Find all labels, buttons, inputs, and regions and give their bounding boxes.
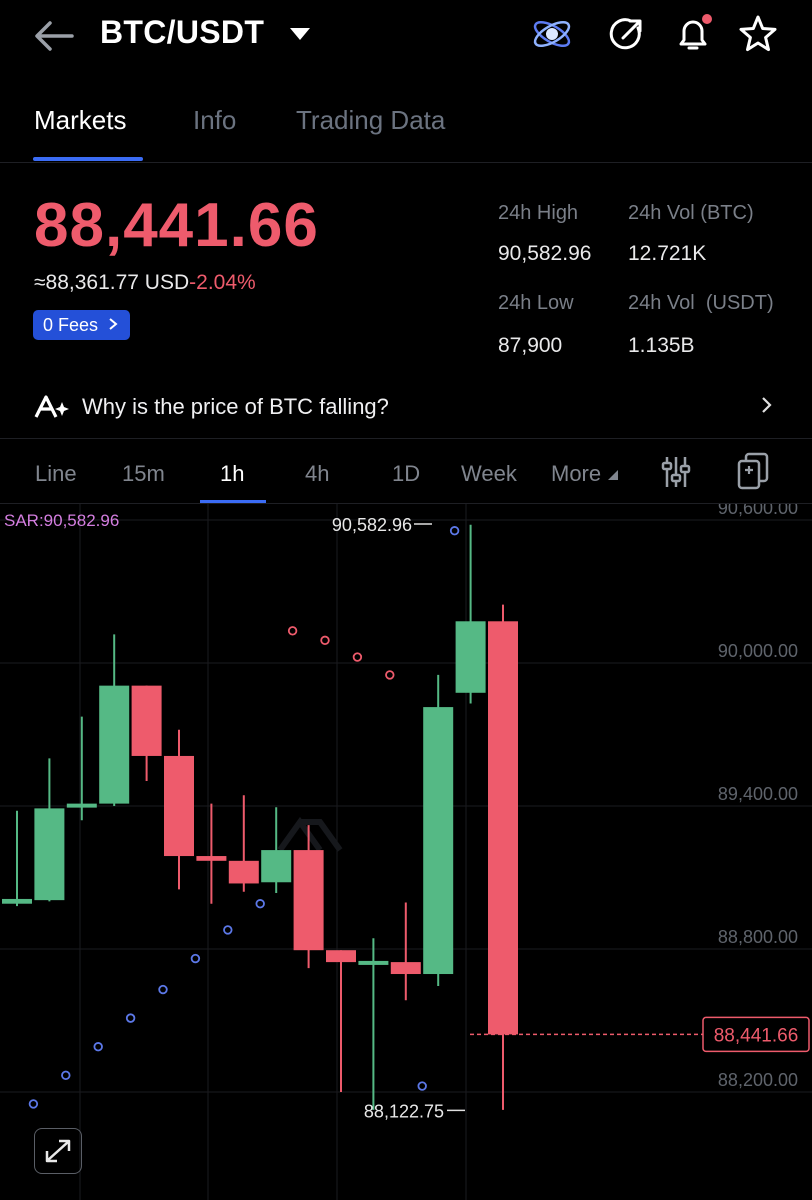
corner-caret-icon (608, 470, 619, 480)
candle-body (66, 803, 97, 808)
high-value: 90,582.96 (498, 242, 592, 265)
back-arrow-icon (35, 21, 74, 51)
low-label: 24h Low (498, 292, 574, 314)
sar-point (28, 1099, 39, 1109)
sar-point (320, 635, 330, 646)
low-marker-label: 88,122.75 (364, 1101, 444, 1121)
y-tick-label: 88,200.00 (718, 1070, 798, 1090)
vol-usdt-value: 1.135B (628, 334, 695, 357)
tab-trading-data[interactable]: Trading Data (296, 105, 445, 136)
star-icon[interactable] (736, 12, 780, 56)
tab-info[interactable]: Info (193, 105, 236, 136)
y-tick-label: 90,600.00 (718, 504, 798, 518)
low-value: 87,900 (498, 334, 563, 357)
sar-point (287, 626, 298, 636)
divider (0, 162, 812, 163)
candle-body (358, 960, 389, 965)
candle-body (261, 850, 292, 883)
last-price: 88,441.66 (34, 191, 319, 260)
candle-body (228, 860, 259, 884)
candle-body (2, 898, 32, 904)
divider (0, 438, 812, 439)
timeframe-15m[interactable]: 15m (122, 461, 165, 487)
sar-point (352, 652, 363, 662)
fees-label: 0 Fees (43, 315, 99, 335)
timeframe-more[interactable]: More (551, 461, 619, 487)
candle-body (326, 950, 356, 963)
active-tab-indicator (33, 157, 143, 161)
vol-usdt-label: 24h Vol (USDT) (628, 292, 774, 314)
candle-body (196, 856, 227, 861)
ai-insight-text[interactable]: Why is the price of BTC falling? (82, 394, 389, 420)
fees-badge[interactable]: 0 Fees (33, 310, 130, 340)
ai-orb-icon[interactable] (530, 12, 574, 56)
tab-markets[interactable]: Markets (34, 105, 126, 136)
candlestick-chart[interactable]: 90,600.00 90,000.00 89,400.00 88,800.00 88,2… (0, 504, 812, 1200)
sar-point (223, 925, 233, 935)
vol-btc-value: 12.721K (628, 242, 707, 265)
high-label: 24h High (498, 202, 579, 224)
candle-body (99, 685, 130, 804)
high-marker-label: 90,582.96 (332, 515, 412, 535)
candle-body (34, 808, 65, 901)
sar-point (125, 1013, 136, 1023)
usd-equivalent: ≈88,361.77 (34, 271, 139, 294)
indicator-settings-icon[interactable] (660, 455, 692, 494)
timeframe-4h[interactable]: 4h (305, 461, 329, 487)
chevron-right-icon[interactable] (760, 394, 774, 422)
candle-body (293, 850, 324, 951)
sar-point (61, 1070, 71, 1081)
sar-point (449, 526, 460, 536)
usd-unit: USD (144, 271, 190, 294)
y-tick-label: 88,800.00 (718, 927, 798, 947)
y-tick-label: 90,000.00 (718, 641, 798, 661)
current-price-label: 88,441.66 (714, 1025, 799, 1046)
expand-chart-button[interactable] (34, 1128, 82, 1174)
candle-body (131, 685, 162, 756)
sar-point (385, 670, 395, 680)
chart-layout-icon[interactable] (736, 452, 770, 495)
back-button[interactable] (28, 14, 78, 58)
y-tick-label: 89,400.00 (718, 784, 798, 804)
vol-btc-label: 24h Vol (BTC) (628, 202, 754, 224)
usd-equivalent-line: ≈88,361.77 USD-2.04% (34, 271, 256, 295)
sar-point (190, 953, 201, 964)
price-change: -2.04% (189, 271, 256, 294)
chevron-right-icon (109, 318, 118, 330)
sar-point (255, 899, 265, 909)
sar-point (93, 1042, 103, 1052)
candle-body (455, 621, 486, 693)
timeframe-1h[interactable]: 1h (220, 461, 244, 487)
dropdown-caret-icon[interactable] (288, 24, 312, 49)
timeframe-week[interactable]: Week (461, 461, 517, 487)
timeframe-more-label: More (551, 461, 602, 486)
candle-body (390, 962, 421, 975)
timeframe-line[interactable]: Line (35, 461, 77, 487)
sar-point (158, 984, 168, 995)
timeframe-1d[interactable]: 1D (392, 461, 420, 487)
bell-icon[interactable] (671, 12, 715, 56)
candle-body (423, 707, 454, 975)
expand-icon (45, 1139, 71, 1163)
watermark-logo (277, 816, 343, 852)
sar-indicator-label: SAR:90,582.96 (4, 511, 120, 530)
share-icon[interactable] (605, 12, 649, 56)
candle-body (488, 621, 518, 1035)
sar-point (417, 1081, 427, 1091)
trading-pair-title[interactable]: BTC/USDT (100, 14, 264, 51)
ai-sparkle-icon (34, 393, 70, 426)
candle-body (164, 755, 194, 857)
